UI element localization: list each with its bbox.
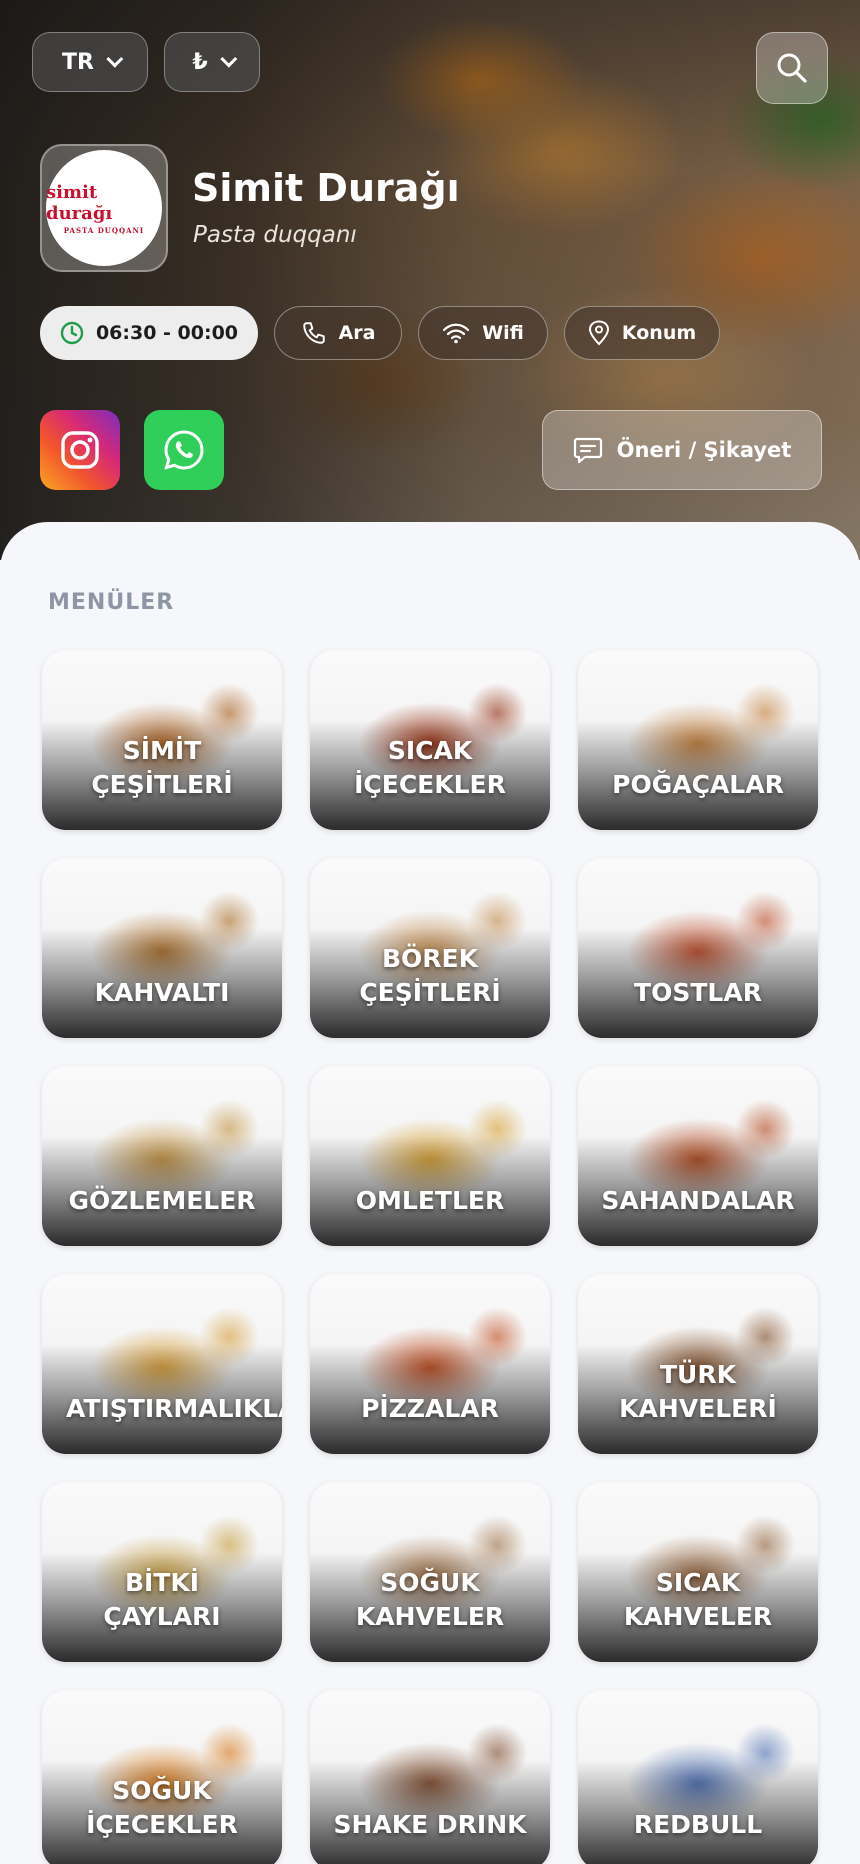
menu-card-label: SHAKE DRINK — [333, 1810, 527, 1839]
wifi-label: Wifi — [482, 322, 524, 344]
menu-card-label: SOĞUK İÇECEKLER — [86, 1776, 238, 1839]
menu-card[interactable]: POĞAÇALAR — [578, 650, 818, 830]
menu-card[interactable]: PİZZALAR — [310, 1274, 550, 1454]
menu-card-label: SOĞUK KAHVELER — [355, 1568, 505, 1631]
feedback-button[interactable]: Öneri / Şikayet — [542, 410, 822, 490]
menu-grid: SİMİT ÇEŞİTLERİ SICAK İÇECEKLER POĞAÇALAR K… — [42, 650, 818, 1864]
clock-icon — [60, 321, 84, 345]
menu-card[interactable]: SİMİT ÇEŞİTLERİ — [42, 650, 282, 830]
menu-card-label: BİTKİ ÇAYLARI — [103, 1568, 221, 1631]
call-label: Ara — [338, 322, 376, 344]
opening-hours: 06:30 - 00:00 — [95, 322, 239, 344]
menu-card[interactable]: ATIŞTIRMALIKLAR — [42, 1274, 282, 1454]
menu-card-label: GÖZLEMELER — [68, 1186, 256, 1215]
menu-card-label: SICAK İÇECEKLER — [354, 736, 506, 799]
menu-card-label: KAHVALTI — [94, 978, 230, 1007]
currency-selector[interactable]: ₺ — [164, 32, 260, 92]
section-title: MENÜLER — [48, 590, 175, 615]
whatsapp-icon — [164, 430, 204, 470]
logo-subtext: PASTA DUQQANI — [63, 225, 145, 235]
business-name: Simit Durağı — [192, 166, 460, 210]
menu-card-label: OMLETLER — [355, 1186, 505, 1215]
menu-card[interactable]: SOĞUK İÇECEKLER — [42, 1690, 282, 1864]
currency-symbol: ₺ — [192, 49, 208, 75]
wifi-icon — [443, 323, 470, 344]
menu-card[interactable]: SAHANDALAR — [578, 1066, 818, 1246]
menu-card-label: REDBULL — [633, 1810, 763, 1839]
menu-card-label: SAHANDALAR — [601, 1186, 795, 1215]
menu-card-label: SİMİT ÇEŞİTLERİ — [91, 736, 233, 799]
menu-card-label: BÖREK ÇEŞİTLERİ — [359, 944, 501, 1007]
feedback-label: Öneri / Şikayet — [616, 438, 792, 462]
menu-card[interactable]: SOĞUK KAHVELER — [310, 1482, 550, 1662]
menu-card[interactable]: OMLETLER — [310, 1066, 550, 1246]
logo-text: simit durağı — [46, 181, 113, 224]
call-button[interactable]: Ara — [274, 306, 402, 360]
business-type: Pasta duqqanı — [193, 222, 357, 248]
menu-card-label: PİZZALAR — [361, 1394, 499, 1423]
business-logo: simit durağı PASTA DUQQANI — [40, 144, 168, 272]
location-button[interactable]: Konum — [564, 306, 720, 360]
menu-card-label: SICAK KAHVELER — [623, 1568, 773, 1631]
message-icon — [573, 437, 602, 464]
menu-card[interactable]: SICAK İÇECEKLER — [310, 650, 550, 830]
location-label: Konum — [621, 322, 697, 344]
chevron-down-icon — [219, 50, 237, 68]
chevron-down-icon — [106, 50, 124, 68]
language-code: TR — [62, 49, 94, 75]
menu-card[interactable]: SICAK KAHVELER — [578, 1482, 818, 1662]
phone-icon — [302, 322, 325, 344]
menu-card-label: POĞAÇALAR — [612, 770, 784, 799]
menu-card[interactable]: BÖREK ÇEŞİTLERİ — [310, 858, 550, 1038]
menu-card-label: TOSTLAR — [634, 978, 762, 1007]
opening-hours-chip: 06:30 - 00:00 — [40, 306, 258, 360]
menu-section: MENÜLER SİMİT ÇEŞİTLERİ SICAK İÇECEKLER PO… — [0, 522, 860, 1864]
menu-card[interactable]: GÖZLEMELER — [42, 1066, 282, 1246]
whatsapp-button[interactable] — [144, 410, 224, 490]
menu-card-label: ATIŞTIRMALIKLAR — [66, 1394, 282, 1423]
menu-card[interactable]: SHAKE DRINK — [310, 1690, 550, 1864]
logo-badge: simit durağı PASTA DUQQANI — [46, 150, 162, 266]
language-selector[interactable]: TR — [32, 32, 148, 92]
hero-banner: TR ₺ simit durağı PASTA DUQQANI Simit Du… — [0, 0, 860, 560]
menu-card[interactable]: TOSTLAR — [578, 858, 818, 1038]
wifi-button[interactable]: Wifi — [418, 306, 548, 360]
menu-card[interactable]: TÜRK KAHVELERİ — [578, 1274, 818, 1454]
instagram-icon — [61, 431, 99, 469]
menu-card-label: TÜRK KAHVELERİ — [619, 1360, 777, 1423]
search-button[interactable] — [756, 32, 828, 104]
menu-card[interactable]: KAHVALTI — [42, 858, 282, 1038]
menu-card[interactable]: BİTKİ ÇAYLARI — [42, 1482, 282, 1662]
location-pin-icon — [588, 320, 609, 346]
search-icon — [777, 53, 807, 83]
instagram-button[interactable] — [40, 410, 120, 490]
menu-card[interactable]: REDBULL — [578, 1690, 818, 1864]
